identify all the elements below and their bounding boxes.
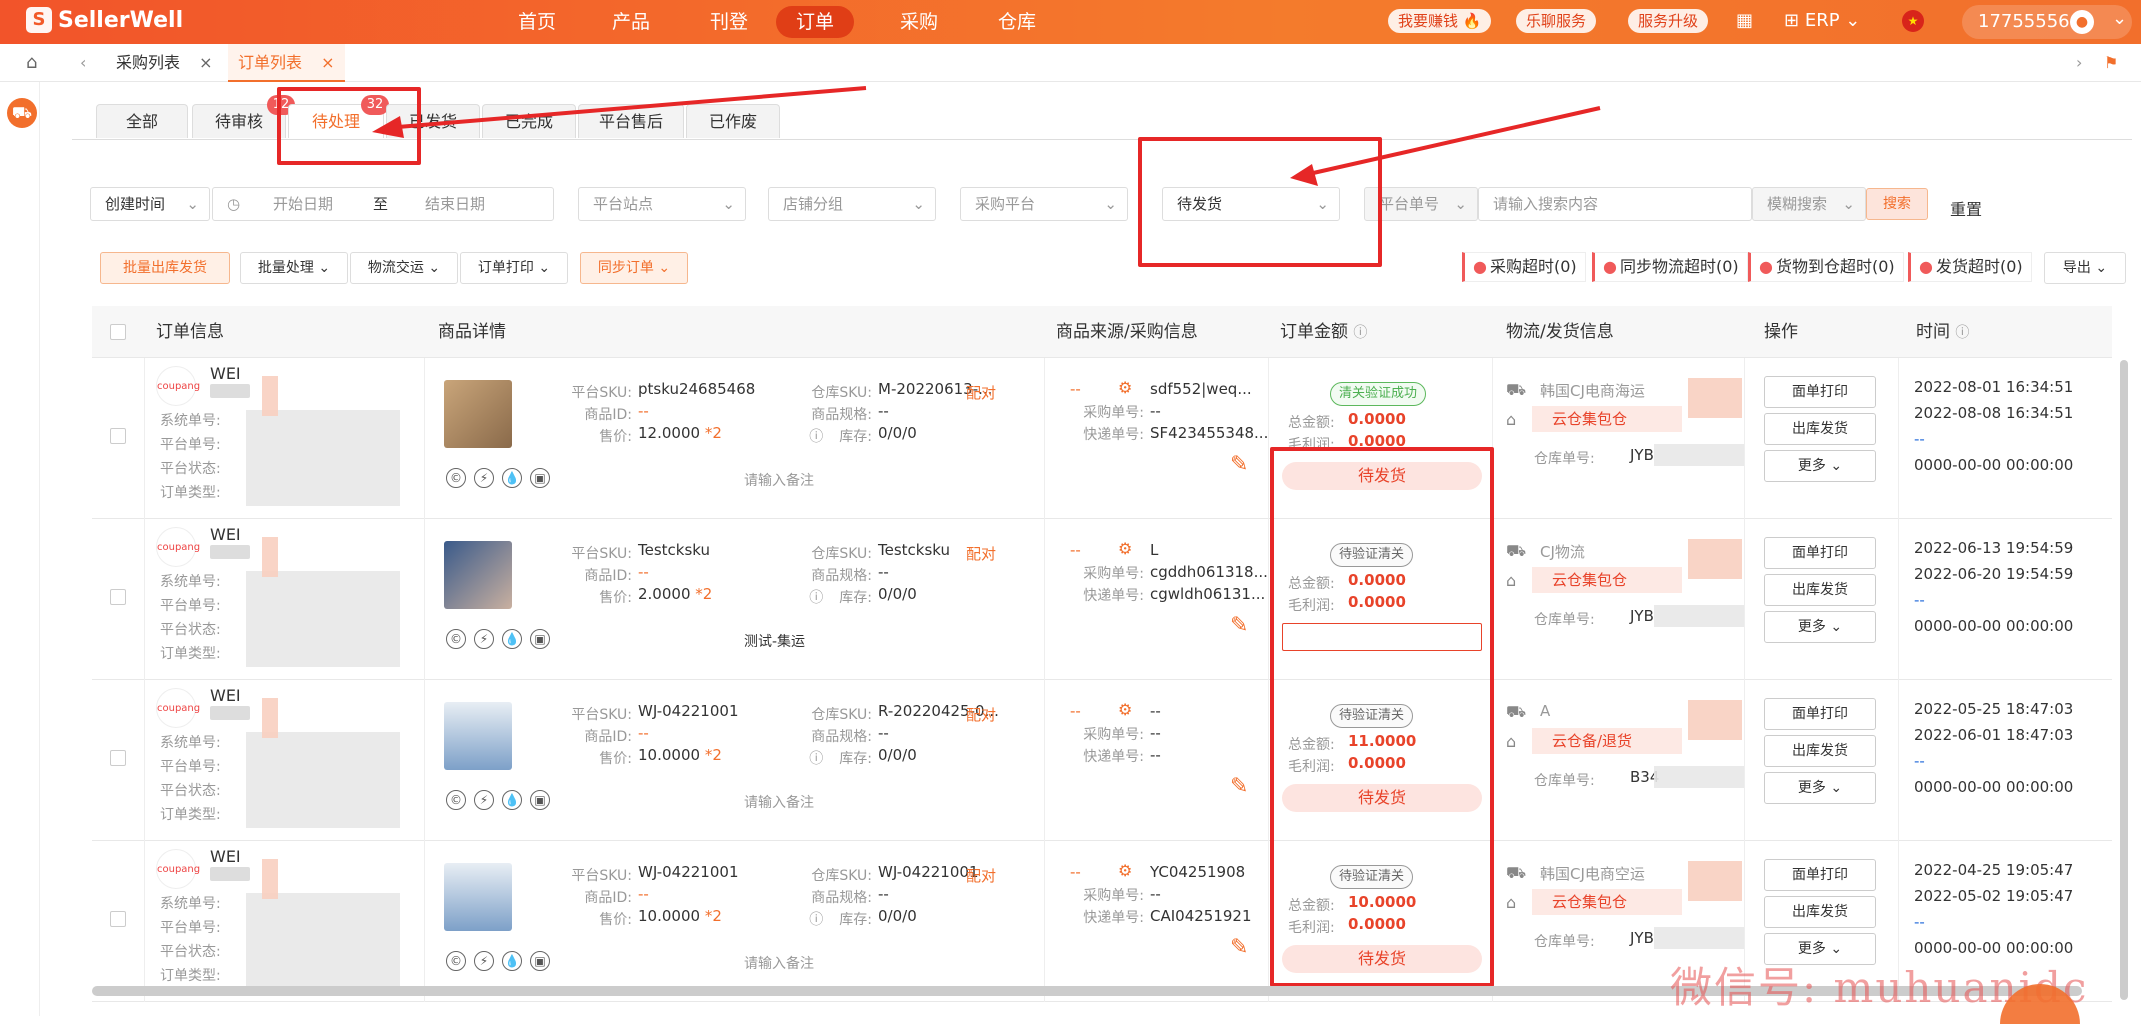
- arrow-line: [385, 86, 867, 130]
- vertical-scrollbar[interactable]: [2120, 360, 2128, 1000]
- arrow-head: [372, 116, 404, 138]
- annotation-arrows: [372, 86, 1601, 186]
- arrow-line: [1299, 106, 1601, 178]
- arrow-head: [1290, 164, 1318, 186]
